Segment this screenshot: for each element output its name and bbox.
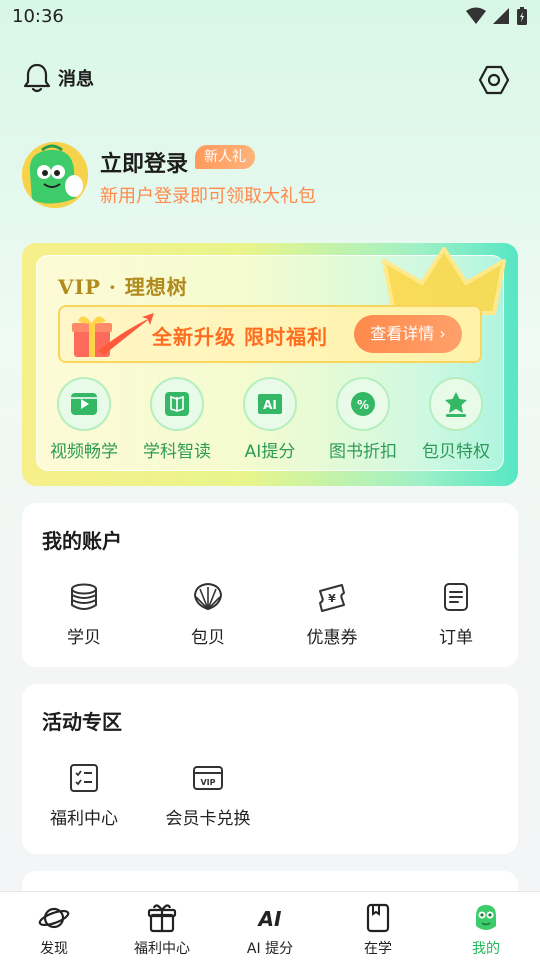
login-subtitle: 新用户登录即可领取大礼包 (100, 186, 316, 207)
settings-button[interactable] (476, 62, 512, 98)
account-item-coupon[interactable]: ¥ 优惠券 (282, 581, 382, 661)
vip-feature-label: 视频畅学 (50, 442, 118, 462)
activity-item-label: 会员卡兑换 (165, 809, 251, 829)
ai-logo-icon: AI (257, 907, 282, 931)
account-item-label: 订单 (439, 628, 473, 648)
messages-button[interactable]: 消息 (22, 62, 94, 94)
mascot-icon (476, 905, 496, 930)
login-title[interactable]: 立即登录 (100, 146, 188, 178)
svg-text:AI: AI (263, 398, 277, 412)
shell-icon (193, 582, 223, 611)
svg-text:VIP: VIP (200, 778, 215, 787)
status-bar: 10:36 (0, 0, 540, 36)
planet-icon (38, 907, 70, 929)
notebook-icon (366, 903, 390, 933)
messages-label: 消息 (58, 69, 94, 90)
battery-icon (517, 7, 527, 25)
vip-feature-label: 包贝特权 (422, 442, 490, 462)
activity-title: 活动专区 (42, 710, 122, 734)
bottom-nav: 发现 福利中心 AI AI 提分 在学 我的 (0, 891, 540, 960)
order-icon (444, 583, 468, 611)
settings-icon (478, 65, 510, 95)
status-icons (466, 6, 528, 26)
nav-welfare[interactable]: 福利中心 (108, 900, 216, 958)
gift-box-icon (72, 313, 154, 357)
coins-icon (71, 583, 97, 610)
vip-card[interactable]: VIP · 理想树 全新升级 限时福利 查看详情 › 视频畅学 学科智读 AI … (22, 243, 518, 486)
account-item-label: 学贝 (67, 628, 101, 648)
svg-text:AI: AI (257, 907, 282, 931)
account-item-label: 优惠券 (306, 628, 358, 648)
svg-text:%: % (357, 398, 369, 412)
nav-discover[interactable]: 发现 (0, 900, 108, 958)
checklist-icon (70, 764, 98, 792)
vip-feature-label: 学科智读 (143, 442, 211, 462)
nav-mine[interactable]: 我的 (432, 900, 540, 958)
vip-feature-label: 图书折扣 (329, 442, 397, 462)
promo-banner[interactable]: 全新升级 限时福利 查看详情 › (58, 305, 482, 363)
ai-icon: AI (258, 394, 282, 414)
account-item-xuebei[interactable]: 学贝 (34, 581, 134, 661)
vip-feature-reading[interactable]: 学科智读 (137, 377, 217, 463)
nav-label: 发现 (40, 941, 68, 957)
vip-feature-ai[interactable]: AI AI提分 (230, 377, 310, 463)
coupon-icon: ¥ (319, 584, 345, 612)
account-card: 我的账户 学贝 包贝 ¥ 优惠券 订单 (22, 503, 518, 667)
nav-label: 在学 (364, 941, 392, 957)
privilege-icon (445, 392, 467, 417)
vip-feature-discount[interactable]: % 图书折扣 (323, 377, 403, 463)
activity-item-label: 福利中心 (50, 809, 118, 829)
vip-card-icon: VIP (193, 766, 223, 790)
signal-icon (493, 8, 509, 24)
vip-title: VIP · 理想树 (58, 275, 188, 299)
avatar[interactable] (22, 142, 88, 208)
activity-card: 活动专区 福利中心 VIP 会员卡兑换 (22, 684, 518, 854)
activity-item-welfare[interactable]: 福利中心 (34, 762, 134, 842)
gift-icon (147, 904, 177, 933)
status-time: 10:36 (12, 6, 64, 27)
account-item-baobei[interactable]: 包贝 (158, 581, 258, 661)
nav-label: AI 提分 (246, 941, 294, 957)
nav-studying[interactable]: 在学 (324, 900, 432, 958)
wifi-icon (466, 7, 486, 24)
bell-icon (23, 63, 51, 93)
vip-feature-privilege[interactable]: 包贝特权 (416, 377, 496, 463)
mascot-avatar-icon (22, 142, 88, 208)
account-title: 我的账户 (42, 529, 122, 553)
book-icon (165, 392, 189, 416)
activity-item-vip-card[interactable]: VIP 会员卡兑换 (158, 762, 258, 842)
promo-text: 全新升级 限时福利 (152, 325, 328, 349)
profile-section[interactable]: 立即登录 新人礼 新用户登录即可领取大礼包 (22, 142, 522, 212)
account-item-label: 包贝 (191, 628, 225, 648)
video-icon (71, 393, 97, 415)
view-details-button[interactable]: 查看详情 › (354, 315, 462, 353)
nav-label: 福利中心 (134, 941, 190, 957)
vip-feature-label: AI提分 (244, 442, 296, 462)
new-user-badge: 新人礼 (195, 145, 255, 169)
discount-icon: % (351, 392, 375, 416)
nav-ai[interactable]: AI AI 提分 (216, 900, 324, 958)
top-bar: 消息 (0, 56, 540, 104)
nav-label: 我的 (472, 941, 500, 957)
account-item-order[interactable]: 订单 (406, 581, 506, 661)
svg-text:¥: ¥ (328, 592, 336, 605)
vip-feature-video[interactable]: 视频畅学 (44, 377, 124, 463)
